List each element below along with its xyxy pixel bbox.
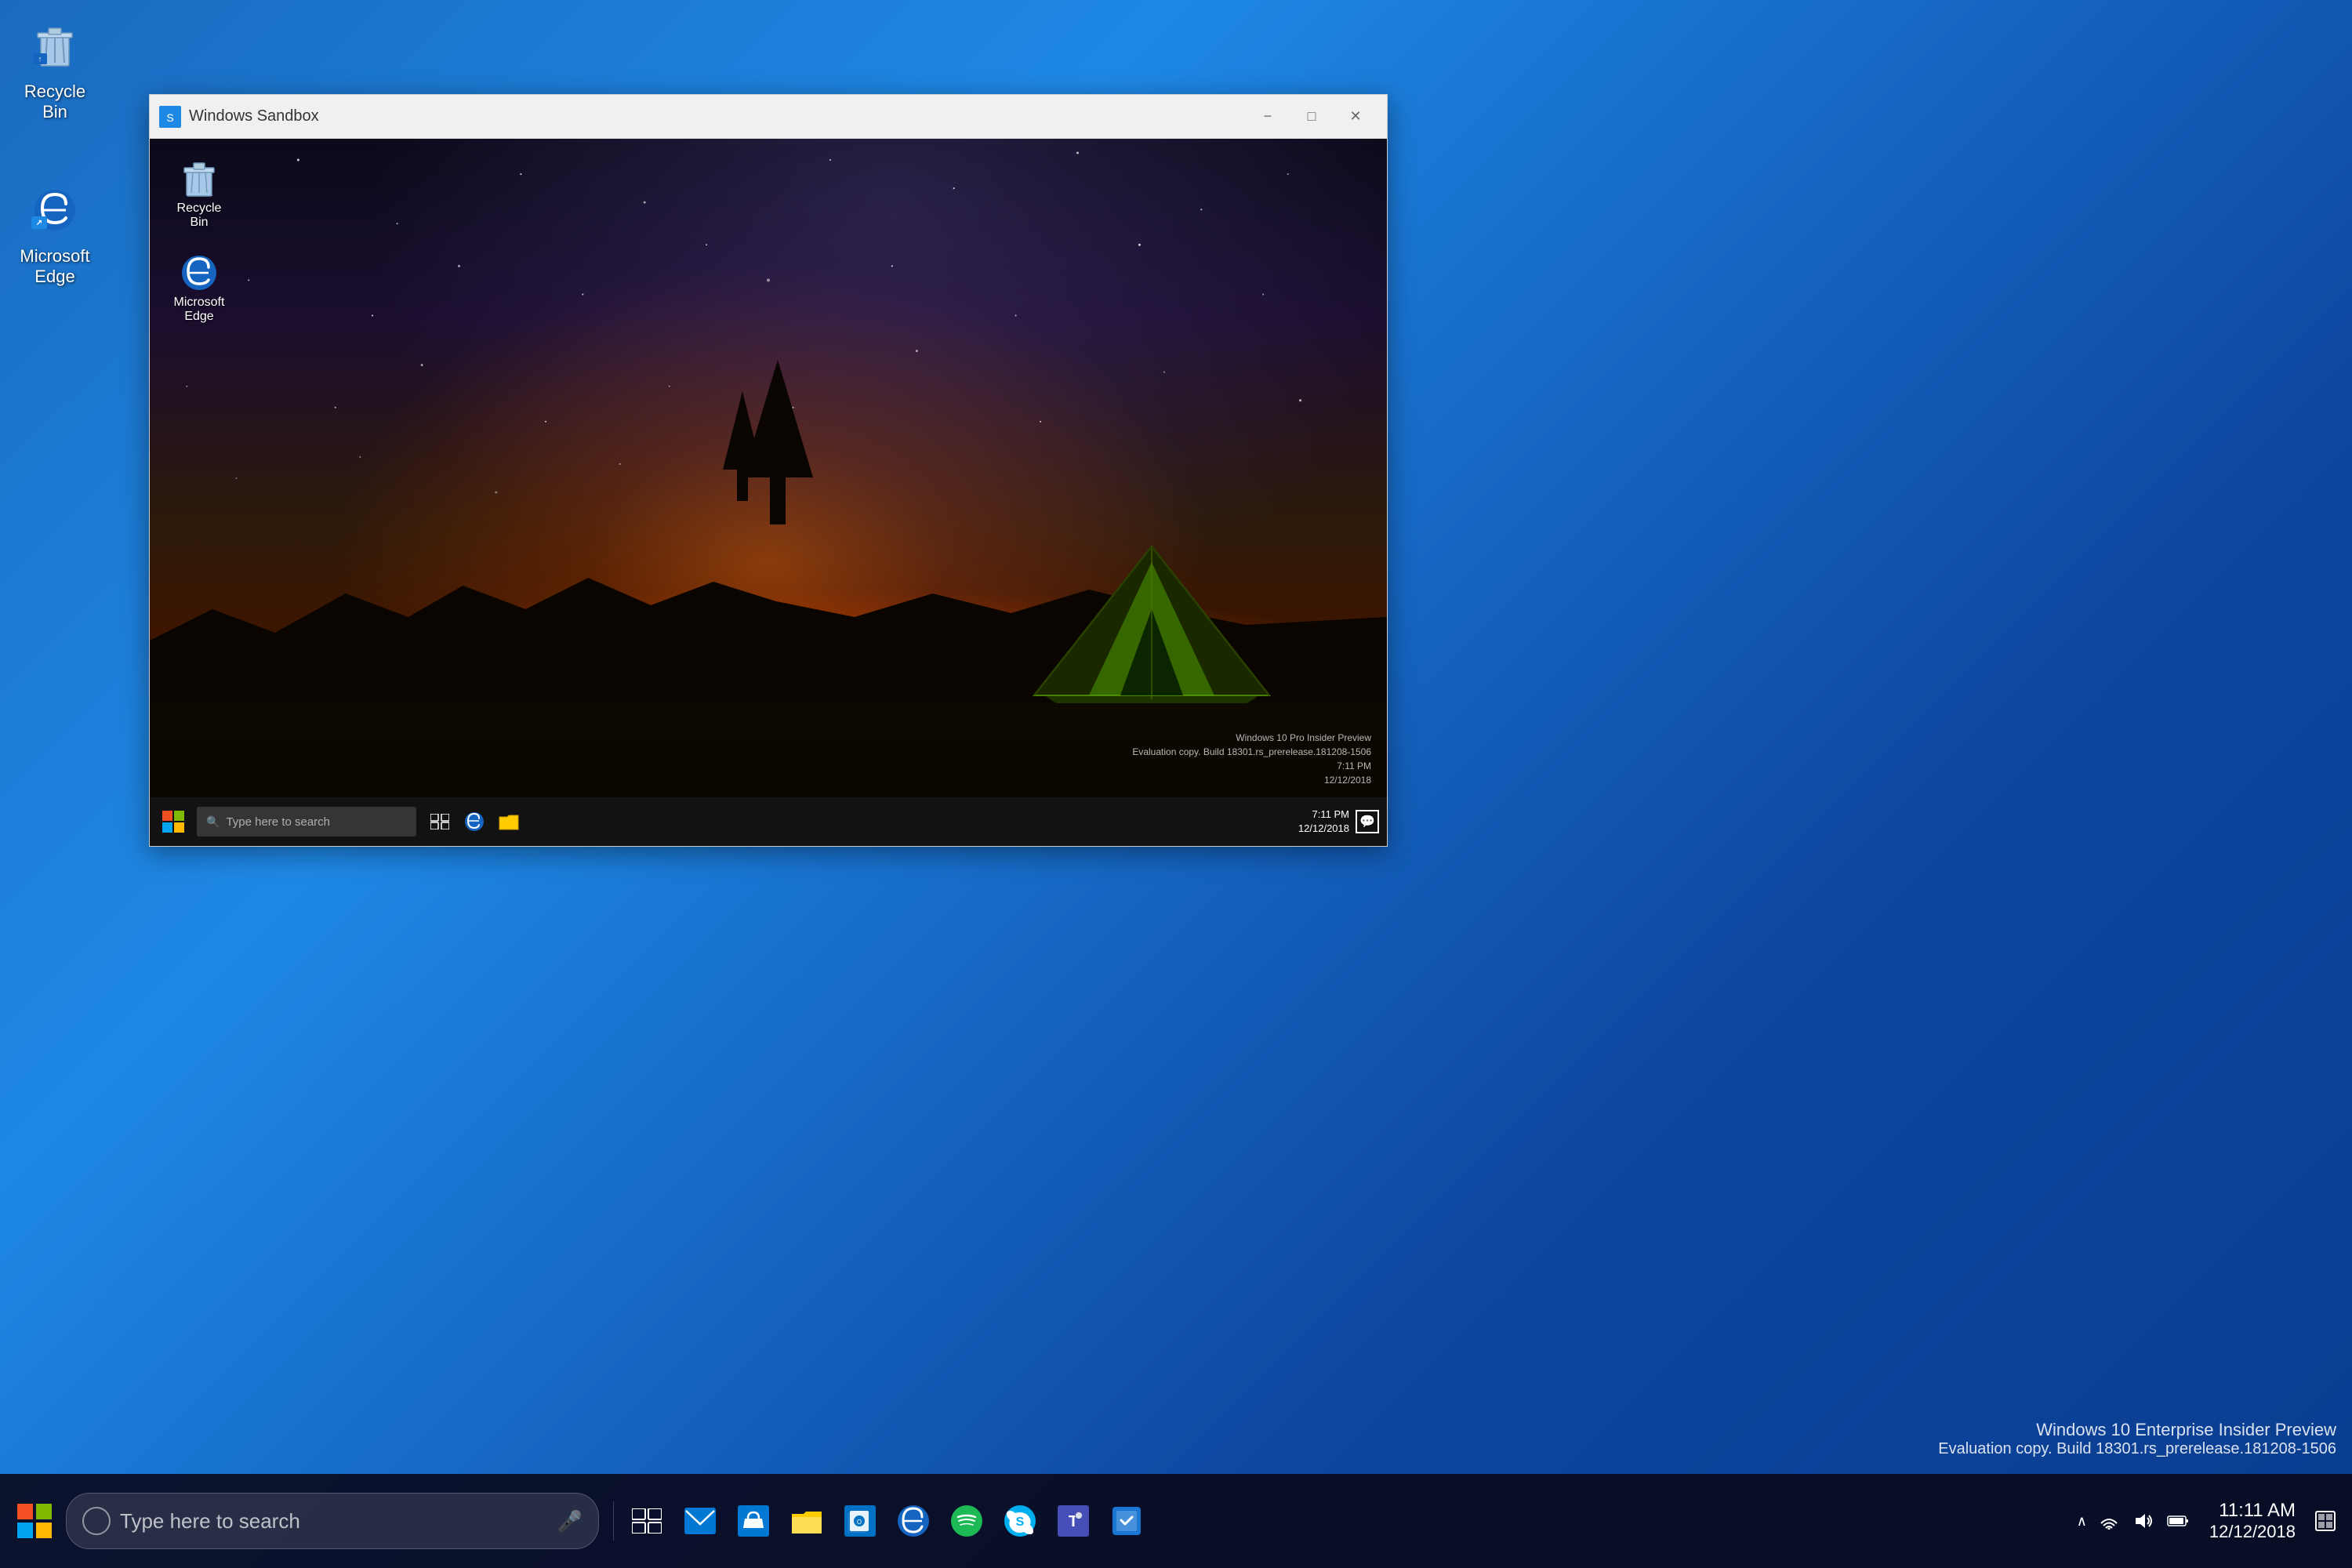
host-watermark: Windows 10 Enterprise Insider Preview Ev… [1938, 1420, 2336, 1458]
edge-icon-image: ↗ [24, 179, 86, 241]
mail-taskbar-icon[interactable] [673, 1490, 727, 1552]
sandbox-search-placeholder: Type here to search [226, 815, 330, 829]
svg-text:↑: ↑ [38, 55, 42, 63]
sandbox-taskbar: 🔍 Type here to search [150, 797, 1387, 846]
taskbar-divider [613, 1501, 614, 1541]
trees-svg [719, 360, 837, 556]
microphone-icon[interactable]: 🎤 [557, 1509, 583, 1534]
host-wm-line1: Windows 10 Enterprise Insider Preview [1938, 1420, 2336, 1440]
sandbox-system-tray: 7:11 PM 12/12/2018 💬 [1290, 797, 1387, 846]
clock-area[interactable]: 11:11 AM 12/12/2018 [2201, 1497, 2303, 1545]
sandbox-start-button[interactable] [153, 801, 194, 842]
task-view-button[interactable] [620, 1490, 673, 1552]
svg-text:S: S [166, 111, 173, 124]
sandbox-close-button[interactable]: ✕ [1334, 101, 1377, 132]
microsoft-edge-host-icon[interactable]: ↗ Microsoft Edge [8, 172, 102, 294]
host-wm-line2: Evaluation copy. Build 18301.rs_prerelea… [1938, 1440, 2336, 1458]
sandbox-task-view-button[interactable] [423, 804, 457, 839]
sandbox-recycle-bin-image [179, 158, 220, 199]
sandbox-wallpaper [150, 139, 1387, 846]
svg-text:S: S [1016, 1515, 1025, 1529]
svg-text:↗: ↗ [36, 219, 42, 227]
tent-svg [1026, 531, 1277, 703]
tray-battery-icon[interactable] [2161, 1497, 2195, 1544]
host-start-button[interactable] [8, 1494, 61, 1548]
clock-date: 12/12/2018 [2209, 1522, 2296, 1542]
sandbox-content: Recycle Bin Microsoft Edge Windows 10 Pr… [150, 139, 1387, 846]
sandbox-edge-label: Microsoft Edge [168, 296, 230, 324]
host-taskbar: Type here to search 🎤 [0, 1474, 2352, 1568]
sandbox-clock[interactable]: 7:11 PM 12/12/2018 [1298, 808, 1349, 836]
recycle-bin-icon[interactable]: ↑ Recycle Bin [8, 8, 102, 129]
recycle-bin-label: Recycle Bin [14, 82, 96, 123]
recycle-bin-image: ↑ [24, 14, 86, 77]
edge-host-label: Microsoft Edge [14, 246, 96, 288]
host-search-placeholder: Type here to search [120, 1509, 300, 1534]
sandbox-recycle-bin-label: Recycle Bin [168, 201, 230, 230]
tray-network-icon[interactable] [2092, 1497, 2126, 1544]
search-circle-icon [82, 1507, 111, 1535]
sandbox-date: 12/12/2018 [1298, 822, 1349, 836]
skype-taskbar-icon[interactable]: S [993, 1490, 1047, 1552]
sandbox-minimize-button[interactable]: − [1246, 101, 1290, 132]
host-search-bar[interactable]: Type here to search 🎤 [66, 1493, 599, 1549]
sandbox-search-icon: 🔍 [206, 815, 220, 829]
clipboard-taskbar-icon[interactable] [1100, 1490, 1153, 1552]
sandbox-file-explorer-taskbar[interactable] [492, 804, 526, 839]
sandbox-window: S Windows Sandbox − □ ✕ [149, 94, 1388, 847]
svg-text:O: O [857, 1519, 862, 1526]
sandbox-edge-taskbar[interactable] [457, 804, 492, 839]
sandbox-title-icon: S [159, 106, 181, 128]
sandbox-taskbar-icons [423, 804, 526, 839]
sandbox-title: Windows Sandbox [189, 107, 1246, 125]
tray-sound-icon[interactable] [2126, 1497, 2161, 1544]
taskbar-app-area: O [673, 1490, 2072, 1552]
sandbox-notifications-button[interactable]: 💬 [1356, 810, 1379, 833]
sandbox-edge-icon[interactable]: Microsoft Edge [164, 249, 234, 328]
sandbox-time: 7:11 PM [1298, 808, 1349, 822]
file-explorer-taskbar-icon[interactable] [780, 1490, 833, 1552]
sandbox-titlebar: S Windows Sandbox − □ ✕ [150, 95, 1387, 139]
system-tray: ∧ [2072, 1494, 2344, 1548]
store-taskbar-icon[interactable] [727, 1490, 780, 1552]
spotify-taskbar-icon[interactable] [940, 1490, 993, 1552]
sandbox-edge-image [179, 252, 220, 293]
outlook-taskbar-icon[interactable]: O [833, 1490, 887, 1552]
clock-time: 11:11 AM [2219, 1500, 2296, 1522]
edge-taskbar-icon[interactable] [887, 1490, 940, 1552]
host-desktop: ↑ Recycle Bin ↗ Microsoft Edge S [0, 0, 2352, 1568]
sandbox-search-bar[interactable]: 🔍 Type here to search [197, 807, 416, 837]
sandbox-maximize-button[interactable]: □ [1290, 101, 1334, 132]
teams-taskbar-icon[interactable]: T [1047, 1490, 1100, 1552]
sandbox-recycle-bin-icon[interactable]: Recycle Bin [164, 154, 234, 234]
tray-expand-button[interactable]: ∧ [2072, 1513, 2092, 1530]
notification-center-button[interactable] [2307, 1494, 2344, 1548]
